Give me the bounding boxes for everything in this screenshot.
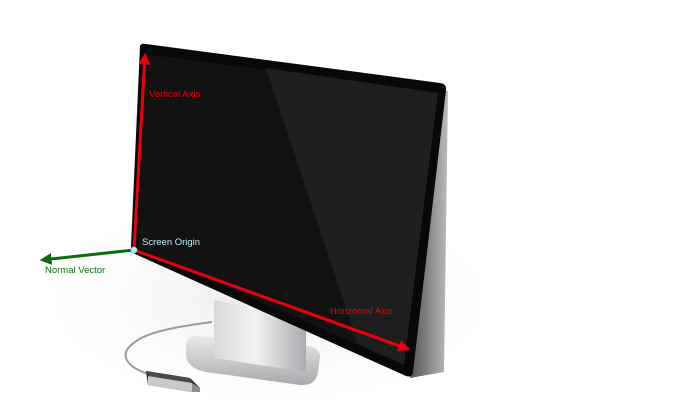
horizontal-axis-label: Horizontal Axis [330,306,393,317]
screen-origin-label: Screen Origin [142,237,200,248]
screen-origin-point [130,246,138,254]
vertical-axis-label: Vertical Axis [149,89,200,100]
coordinate-diagram: Vertical Axis Horizontal Axis Screen Ori… [20,43,520,413]
normal-vector-label: Normal Vector [45,265,105,276]
